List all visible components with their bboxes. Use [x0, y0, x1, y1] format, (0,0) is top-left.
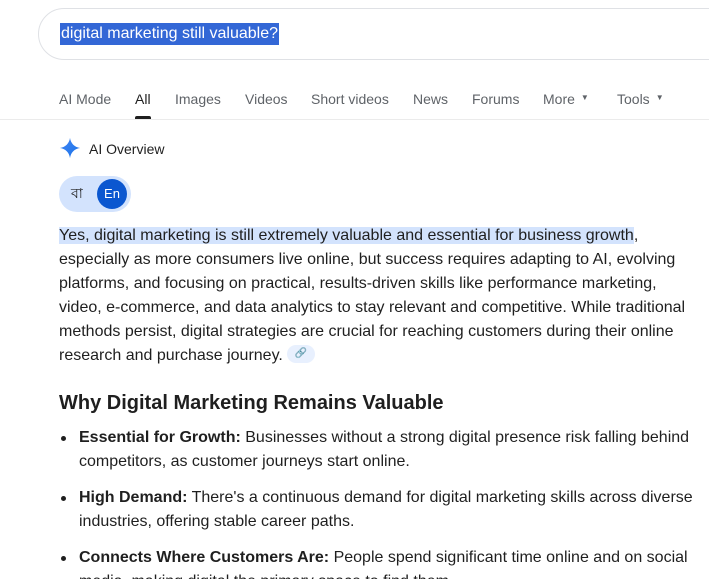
section-heading: Why Digital Marketing Remains Valuable: [59, 392, 444, 414]
chevron-down-icon: ▼: [580, 93, 589, 103]
tab-videos[interactable]: Videos: [245, 90, 288, 108]
link-icon: 🔗: [294, 347, 308, 359]
bullet-dot: [61, 436, 66, 441]
chevron-down-icon: ▼: [655, 93, 664, 103]
list-item: Connects Where Customers Are: People spe…: [59, 546, 699, 579]
search-tabs: AI Mode All Images Videos Short videos N…: [0, 80, 709, 120]
tab-more[interactable]: More ▼: [543, 90, 589, 109]
language-toggle[interactable]: বা En: [59, 176, 131, 212]
tab-forums[interactable]: Forums: [472, 90, 519, 108]
tab-tools-label: Tools: [617, 91, 650, 107]
list-item: High Demand: There's a continuous demand…: [59, 486, 699, 534]
reasons-list: Essential for Growth: Businesses without…: [59, 426, 699, 579]
search-input[interactable]: digital marketing still valuable?: [60, 23, 279, 45]
list-item-title: Connects Where Customers Are:: [79, 549, 330, 566]
search-results-page: digital marketing still valuable? AI Mod…: [0, 0, 709, 579]
bullet-dot: [61, 556, 66, 561]
tab-images[interactable]: Images: [175, 90, 221, 108]
highlighted-answer: Yes, digital marketing is still extremel…: [59, 227, 634, 244]
tab-more-label: More: [543, 91, 575, 107]
ai-overview-title: AI Overview: [89, 141, 165, 157]
ai-overview-text: Yes, digital marketing is still extremel…: [59, 224, 699, 368]
ai-sparkle-icon: [59, 137, 81, 159]
language-option-english[interactable]: En: [97, 179, 127, 209]
list-item: Essential for Growth: Businesses without…: [59, 426, 699, 474]
source-link-button[interactable]: 🔗: [286, 344, 315, 363]
list-item-title: High Demand:: [79, 489, 188, 506]
tab-short-videos[interactable]: Short videos: [311, 90, 389, 108]
search-box[interactable]: digital marketing still valuable?: [38, 8, 709, 60]
bullet-dot: [61, 496, 66, 501]
tab-news[interactable]: News: [413, 90, 448, 108]
list-item-title: Essential for Growth:: [79, 429, 241, 446]
tab-ai-mode[interactable]: AI Mode: [59, 90, 111, 108]
active-tab-indicator: [135, 116, 151, 119]
language-option-bangla[interactable]: বা: [71, 185, 83, 203]
tab-tools[interactable]: Tools ▼: [617, 90, 664, 109]
overview-body: , especially as more consumers live onli…: [59, 227, 686, 364]
tab-all[interactable]: All: [135, 90, 151, 108]
